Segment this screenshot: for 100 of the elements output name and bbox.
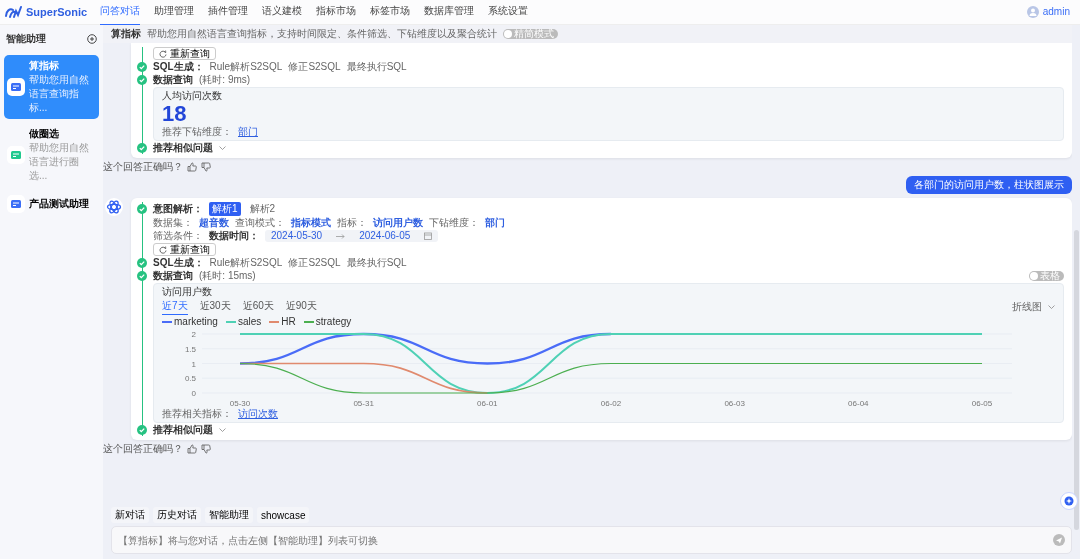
legend-item[interactable]: strategy [303,316,352,328]
retry-button[interactable]: 重新查询 [153,243,216,256]
chevron-down-icon[interactable] [219,146,226,150]
assistant-item[interactable]: 产品测试助理 [4,191,99,217]
thumbs-up-icon[interactable] [187,444,197,454]
step-label: SQL生成： [153,257,204,269]
parse-tab[interactable]: 解析2 [246,202,279,216]
check-icon [137,62,147,72]
similar-questions-toggle[interactable]: 推荐相似问题 [153,424,213,436]
sql-step-link[interactable]: 最终执行SQL [346,61,407,73]
check-icon [137,425,147,435]
drill-link[interactable]: 部门 [238,126,258,138]
sql-step-link[interactable]: Rule解析S2SQL [209,61,283,73]
similar-questions-toggle[interactable]: 推荐相似问题 [153,142,213,154]
toolbar-button[interactable]: showcase [257,507,310,523]
check-icon [137,143,147,153]
related-label: 推荐相关指标： [162,408,232,420]
sparkle-icon [1064,496,1074,506]
drill-label: 推荐下钻维度： [162,126,232,138]
info-value: 部门 [485,217,505,229]
add-icon[interactable] [87,34,97,44]
thumbs-down-icon[interactable] [201,162,211,172]
assistant-item[interactable]: 做圈选 帮助您用自然语言进行圈选... [4,123,99,187]
parse-tab[interactable]: 解析1 [209,202,241,216]
period-tab[interactable]: 近30天 [199,299,231,315]
chart-title: 访问用户数 [162,286,213,298]
info-label: 查询模式： [235,217,285,229]
x-tick-label: 06-04 [848,399,869,407]
nav-tab[interactable]: 系统设置 [488,0,528,26]
sql-step-link[interactable]: 修正S2SQL [288,61,341,73]
feedback-question: 这个回答正确吗？ [103,161,183,173]
related-link[interactable]: 访问次数 [238,408,278,420]
x-tick-label: 05-31 [353,399,374,407]
step-label: 数据查询 [153,74,193,86]
step-label: SQL生成： [153,61,204,73]
sql-step-link[interactable]: 最终执行SQL [346,257,407,269]
legend-item[interactable]: marketing [162,316,218,328]
check-icon [137,271,147,281]
query-time: (耗时: 15ms) [199,270,256,282]
nav-tab[interactable]: 指标市场 [316,0,356,26]
y-tick-label: 1.5 [184,344,196,354]
x-tick-label: 05-30 [229,399,251,407]
date-range-field[interactable]: 2024-05-30 2024-06-05 [265,230,439,242]
send-icon[interactable] [1053,534,1065,546]
y-tick-label: 2 [191,330,196,339]
thumbs-down-icon[interactable] [201,444,211,454]
check-icon [137,204,147,214]
sidebar-title: 智能助理 [6,33,46,45]
metric-value: 18 [162,103,188,125]
arrow-right-icon [336,233,346,239]
nav-tab[interactable]: 助理管理 [154,0,194,26]
x-tick-label: 06-03 [724,399,745,407]
y-tick-label: 0 [191,389,196,398]
x-tick-label: 06-01 [477,399,498,407]
date-label: 数据时间： [209,230,259,242]
toolbar-button[interactable]: 新对话 [111,507,149,523]
logo-icon [4,5,22,19]
chevron-down-icon[interactable] [1048,305,1055,309]
nav-tab[interactable]: 标签市场 [370,0,410,26]
sql-step-link[interactable]: 修正S2SQL [288,257,341,269]
period-tab[interactable]: 近60天 [242,299,274,315]
refresh-icon [159,245,167,254]
step-label: 意图解析： [153,203,203,215]
chart-type-select[interactable]: 折线图 [1012,301,1042,313]
step-label: 数据查询 [153,270,193,282]
nav-tab[interactable]: 语义建模 [262,0,302,26]
toolbar-button[interactable]: 智能助理 [205,507,253,523]
ai-assistant-button[interactable] [1060,492,1078,510]
toolbar-button[interactable]: 历史对话 [153,507,201,523]
brand-name: SuperSonic [26,6,88,18]
sql-step-link[interactable]: Rule解析S2SQL [209,257,283,269]
message-input[interactable]: 【算指标】将与您对话，点击左侧【智能助理】列表可切换 [111,526,1072,554]
y-tick-label: 1 [191,359,196,369]
info-label: 指标： [337,217,367,229]
legend-item[interactable]: sales [225,316,262,328]
refresh-icon [159,49,167,58]
feedback-question: 这个回答正确吗？ [103,443,183,455]
period-tab[interactable]: 近7天 [162,299,188,315]
info-value: 超音数 [199,217,229,229]
user-name[interactable]: admin [1042,6,1070,18]
atom-icon [105,198,123,216]
info-label: 数据集： [153,217,193,229]
retry-button[interactable]: 重新查询 [153,47,216,60]
nav-tab[interactable]: 数据库管理 [424,0,474,26]
thumbs-up-icon[interactable] [187,162,197,172]
info-value: 指标模式 [291,217,331,229]
calendar-icon [424,232,433,240]
y-tick-label: 0.5 [184,374,196,384]
period-tab[interactable]: 近90天 [285,299,317,315]
legend-item[interactable]: HR [269,316,296,328]
check-icon [137,258,147,268]
query-time: (耗时: 9ms) [199,74,251,86]
chevron-down-icon[interactable] [219,428,226,432]
filter-label: 筛选条件： [153,230,203,242]
x-tick-label: 06-02 [600,399,622,407]
nav-tab[interactable]: 插件管理 [208,0,248,26]
metric-title: 人均访问次数 [162,90,223,102]
info-value: 访问用户数 [373,217,423,229]
assistant-description: 帮助您用自然语言查询指标，支持时间限定、条件筛选、下钻维度以及聚合统计 [147,28,497,40]
check-icon [137,75,147,85]
